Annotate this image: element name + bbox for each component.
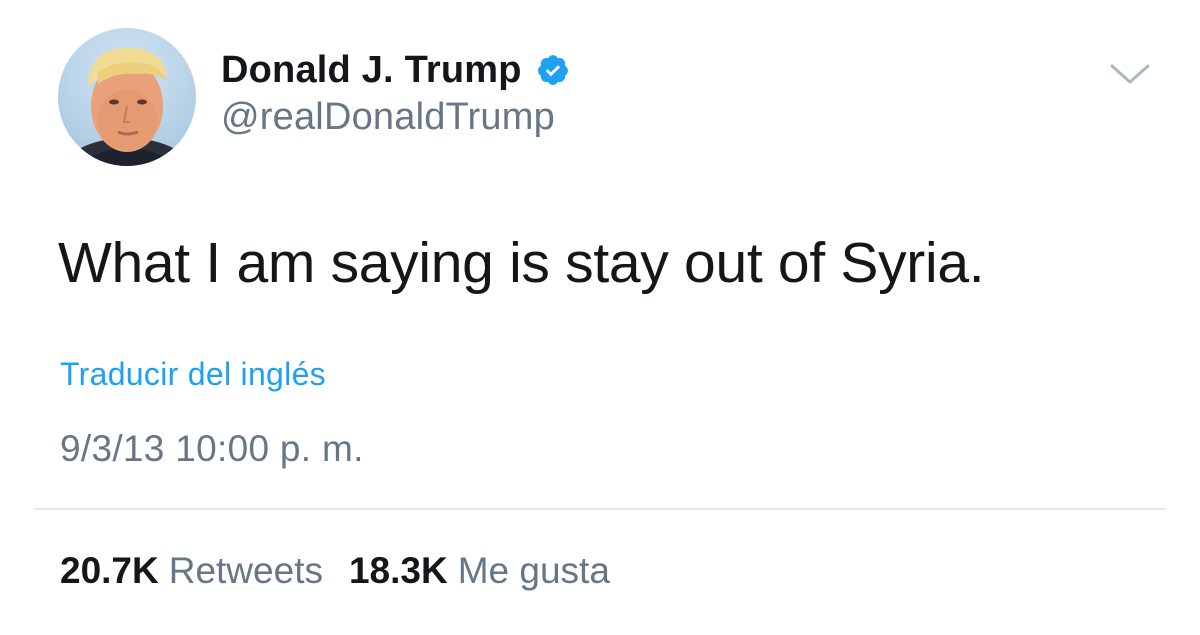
author-display-name[interactable]: Donald J. Trump [221, 49, 522, 92]
author-row: Donald J. Trump [221, 44, 570, 96]
avatar[interactable] [58, 28, 196, 166]
retweets-count: 20.7K [60, 550, 159, 591]
tweet-timestamp[interactable]: 9/3/13 10:00 p. m. [60, 428, 364, 470]
tweet-stats: 20.7K Retweets 18.3K Me gusta [60, 550, 636, 592]
likes-count: 18.3K [348, 550, 448, 591]
chevron-down-icon[interactable] [1108, 60, 1152, 88]
likes-label: Me gusta [457, 550, 610, 591]
avatar-portrait-icon [60, 47, 194, 166]
tweet-card: Donald J. Trump @realDonaldTrump What I … [0, 0, 1200, 635]
translate-link[interactable]: Traducir del inglés [60, 356, 326, 393]
author-handle[interactable]: @realDonaldTrump [221, 96, 555, 139]
divider [34, 508, 1166, 510]
verified-badge-icon [536, 53, 570, 87]
retweets-stat[interactable]: 20.7K Retweets [60, 550, 323, 592]
likes-stat[interactable]: 18.3K Me gusta [349, 550, 610, 592]
retweets-label: Retweets [168, 550, 323, 591]
tweet-text: What I am saying is stay out of Syria. [58, 231, 985, 295]
